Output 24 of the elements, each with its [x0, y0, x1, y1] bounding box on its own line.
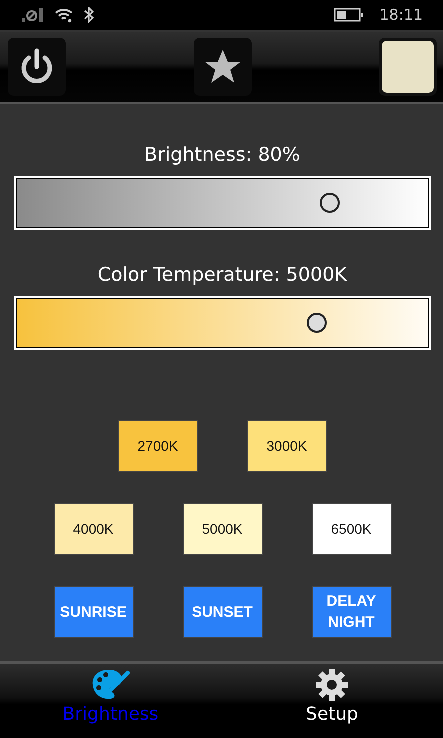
- slider-label: Brightness: 80%: [144, 144, 300, 166]
- slider-thumb[interactable]: [307, 313, 328, 333]
- clock-time: 18:11: [380, 6, 423, 24]
- mode-button[interactable]: DELAY NIGHT: [312, 586, 392, 638]
- color-swatch-button[interactable]: [379, 38, 437, 96]
- temperature-preset-button[interactable]: 4000K: [54, 503, 134, 555]
- mode-button[interactable]: SUNSET: [182, 586, 262, 638]
- wifi-icon: [54, 7, 74, 23]
- nav-tab[interactable]: Setup: [222, 664, 443, 738]
- temperature-preset-button[interactable]: 6500K: [312, 503, 392, 555]
- favorite-button[interactable]: [194, 38, 252, 96]
- mode-button[interactable]: SUNRISE: [54, 586, 134, 638]
- slider-track[interactable]: [14, 176, 431, 230]
- power-button[interactable]: [8, 38, 66, 96]
- slider-thumb[interactable]: [320, 193, 340, 213]
- signal-icon: [22, 8, 44, 22]
- temperature-preset-button[interactable]: 2700K: [118, 420, 198, 472]
- bluetooth-icon: [84, 7, 94, 23]
- temperature-preset-button[interactable]: 5000K: [182, 503, 262, 555]
- palette-icon: [90, 668, 131, 702]
- battery-icon: [334, 8, 364, 22]
- slider-label: Color Temperature: 5000K: [98, 264, 348, 286]
- temperature-preset-button[interactable]: 3000K: [247, 420, 327, 472]
- slider-track[interactable]: [14, 296, 431, 350]
